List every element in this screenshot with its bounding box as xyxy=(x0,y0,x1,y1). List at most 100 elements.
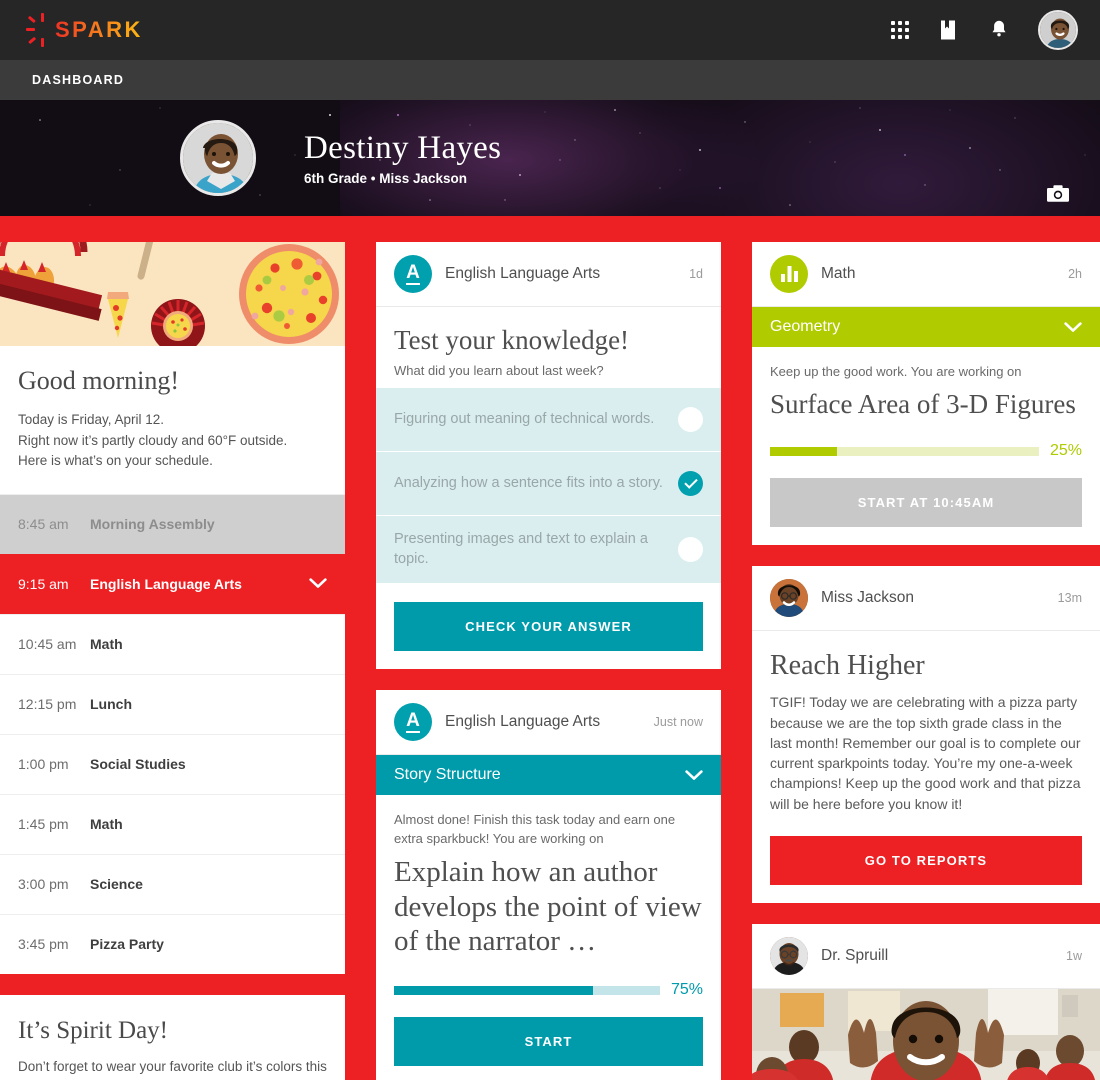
schedule-row[interactable]: 1:00 pm Social Studies xyxy=(0,733,345,794)
quiz-option-radio[interactable] xyxy=(678,407,703,432)
schedule-time: 12:15 pm xyxy=(18,696,77,713)
math-progress-row: 25% xyxy=(752,424,1100,460)
math-lead-text: Keep up the good work. You are working o… xyxy=(770,364,1022,379)
ela-subject-icon: A xyxy=(394,703,432,742)
schedule-time: 8:45 am xyxy=(18,516,69,533)
spark-logo[interactable]: SPARK xyxy=(26,13,143,47)
principal-message-card: Dr. Spruill 1w xyxy=(752,924,1100,1080)
schedule-name: Math xyxy=(90,816,123,833)
story-lead-text: Almost done! Finish this task today and … xyxy=(394,812,676,846)
apps-grid-icon[interactable] xyxy=(891,21,909,39)
profile-avatar[interactable] xyxy=(180,120,256,196)
story-progress-fill xyxy=(394,985,594,995)
principal-card-timestamp: 1w xyxy=(1066,949,1082,964)
principal-card-header: Dr. Spruill 1w xyxy=(752,924,1100,990)
chevron-down-icon[interactable] xyxy=(1064,321,1082,333)
math-card-timestamp: 2h xyxy=(1068,267,1082,281)
story-progress-label: 75% xyxy=(670,981,703,999)
spirit-day-title: It’s Spirit Day! xyxy=(18,1016,168,1044)
math-card-subject: Math xyxy=(821,265,856,282)
camera-icon[interactable] xyxy=(1047,185,1069,202)
greeting-line-1: Today is Friday, April 12. xyxy=(18,412,165,427)
quiz-question: What did you learn about last week? xyxy=(394,363,604,378)
story-topic-banner[interactable]: Story Structure xyxy=(376,755,721,796)
breadcrumb-current[interactable]: DASHBOARD xyxy=(32,73,124,87)
story-task-title: Explain how an author develops the point… xyxy=(394,855,702,958)
profile-info: Destiny Hayes 6th Grade • Miss Jackson xyxy=(304,130,501,186)
quiz-option-radio[interactable] xyxy=(678,537,703,563)
schedule-time: 3:00 pm xyxy=(18,876,69,893)
schedule-name: Math xyxy=(90,636,123,653)
teacher-action-area: GO TO REPORTS xyxy=(752,818,1100,903)
teacher-avatar-image xyxy=(770,579,808,618)
pizza-illustration xyxy=(0,242,345,346)
spirit-day-body: Don’t forget to wear your favorite club … xyxy=(18,1058,327,1080)
story-card-timestamp: Just now xyxy=(653,715,703,730)
story-card-subject: English Language Arts xyxy=(445,713,601,731)
math-action-area: START AT 10:45AM xyxy=(752,460,1100,545)
chevron-down-icon[interactable] xyxy=(309,578,327,589)
quiz-option[interactable]: Figuring out meaning of technical words. xyxy=(376,388,721,452)
story-progress-row: 75% xyxy=(376,963,721,999)
schedule-name: Science xyxy=(90,876,143,893)
schedule-row[interactable]: 9:15 am English Language Arts xyxy=(0,553,345,614)
profile-name: Destiny Hayes xyxy=(304,129,502,166)
schedule-row[interactable]: 3:00 pm Science xyxy=(0,853,345,914)
brand-name: SPARK xyxy=(55,17,143,42)
quiz-card-header: A English Language Arts 1d xyxy=(376,242,721,307)
column-right: Math 2h Geometry Keep up the good work. … xyxy=(752,242,1100,1080)
nebula-glow-secondary xyxy=(640,100,1100,216)
quiz-option[interactable]: Analyzing how a sentence fits into a sto… xyxy=(376,452,721,516)
quiz-title: Test your knowledge! xyxy=(394,325,630,355)
schedule-row[interactable]: 1:45 pm Math xyxy=(0,793,345,854)
teacher-message-text: TGIF! Today we are celebrating with a pi… xyxy=(770,694,1081,812)
column-middle: A English Language Arts 1d Test your kno… xyxy=(376,242,721,1080)
chevron-down-icon[interactable] xyxy=(685,769,703,781)
profile-hero-banner: Destiny Hayes 6th Grade • Miss Jackson xyxy=(0,100,1100,216)
quiz-card-timestamp: 1d xyxy=(689,267,703,281)
user-avatar[interactable] xyxy=(1038,10,1078,50)
quiz-card-subject: English Language Arts xyxy=(445,265,601,282)
go-to-reports-button[interactable]: GO TO REPORTS xyxy=(770,836,1082,886)
teacher-name: Miss Jackson xyxy=(821,589,915,607)
schedule-row[interactable]: 8:45 am Morning Assembly xyxy=(0,493,345,554)
schedule-row[interactable]: 3:45 pm Pizza Party xyxy=(0,913,345,974)
quiz-option-label: Figuring out meaning of technical words. xyxy=(394,410,655,427)
teacher-card-timestamp: 13m xyxy=(1057,591,1082,606)
schedule-time: 9:15 am xyxy=(18,575,69,592)
story-action-area: START xyxy=(376,999,721,1080)
schedule-row[interactable]: 12:15 pm Lunch xyxy=(0,673,345,734)
avatar-image xyxy=(1040,12,1076,48)
math-topic-banner[interactable]: Geometry xyxy=(752,307,1100,347)
quiz-option[interactable]: Presenting images and text to explain a … xyxy=(376,516,721,585)
start-button[interactable]: START xyxy=(394,1017,703,1067)
bell-icon[interactable] xyxy=(987,18,1011,42)
story-topic-label: Story Structure xyxy=(394,766,501,784)
book-icon[interactable] xyxy=(936,18,960,42)
schedule-name: Morning Assembly xyxy=(90,516,215,533)
quiz-action-area: CHECK YOUR ANSWER xyxy=(376,584,721,669)
math-card: Math 2h Geometry Keep up the good work. … xyxy=(752,242,1100,546)
story-task-body: Almost done! Finish this task today and … xyxy=(376,795,721,963)
schedule-name: Pizza Party xyxy=(90,936,164,953)
teacher-card-header: Miss Jackson 13m xyxy=(752,566,1100,632)
ela-subject-icon: A xyxy=(394,255,432,293)
start-at-time-button[interactable]: START AT 10:45AM xyxy=(770,478,1082,528)
schedule-name: Social Studies xyxy=(90,756,186,773)
principal-avatar[interactable] xyxy=(770,937,808,976)
schedule-time: 1:45 pm xyxy=(18,816,69,833)
greeting-title: Good morning! xyxy=(18,366,180,395)
schedule-name: English Language Arts xyxy=(90,575,242,592)
math-task-body: Keep up the good work. You are working o… xyxy=(752,347,1100,424)
quiz-option-radio-selected[interactable] xyxy=(678,471,703,496)
ela-avatar-letter: A xyxy=(406,262,420,285)
profile-subtitle: 6th Grade • Miss Jackson xyxy=(304,171,468,187)
quiz-option-label: Analyzing how a sentence fits into a sto… xyxy=(394,474,663,491)
story-progress-track xyxy=(394,985,660,995)
check-answer-button[interactable]: CHECK YOUR ANSWER xyxy=(394,602,703,652)
schedule-name: Lunch xyxy=(90,696,132,713)
schedule-row[interactable]: 10:45 am Math xyxy=(0,613,345,674)
teacher-avatar[interactable] xyxy=(770,579,808,618)
quiz-option-label: Presenting images and text to explain a … xyxy=(394,531,648,567)
top-bar-actions xyxy=(891,10,1078,50)
